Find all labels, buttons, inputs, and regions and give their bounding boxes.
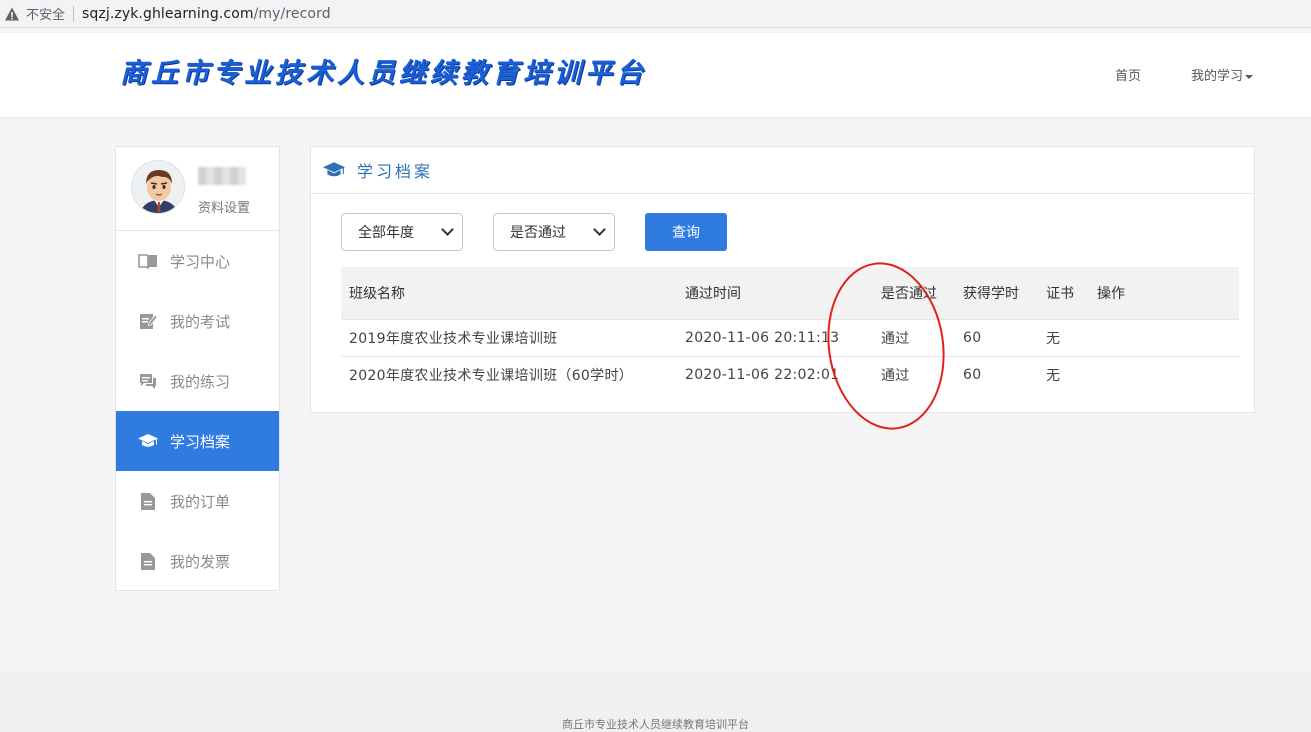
year-select-value: 全部年度 [358,225,414,241]
sidebar-menu: 学习中心 我的考试 我的练习 学习档案 我的订单 我的发票 [116,231,279,591]
sidebar-item-label: 我的订单 [170,492,231,511]
sidebar: 资料设置 学习中心 我的考试 我的练习 学习档案 我的订单 我的发票 [115,146,280,591]
sidebar-item-my-invoices[interactable]: 我的发票 [116,531,279,591]
footer-text: 商丘市专业技术人员继续教育培训平台 [562,718,749,731]
nav-my-study-dropdown[interactable]: 我的学习 [1191,65,1253,84]
divider [73,5,75,22]
pass-status-cell: 通过 [873,318,955,356]
sidebar-item-label: 我的练习 [170,372,231,391]
query-button[interactable]: 查询 [645,213,727,251]
column-header: 班级名称 [341,267,677,319]
pass-status-cell: 通过 [873,355,955,393]
document-icon [138,492,158,510]
year-select[interactable]: 全部年度 [341,213,463,251]
pass-status-select[interactable]: 是否通过 [493,213,615,251]
table-row: 2020年度农业技术专业课培训班（60学时） 2020-11-06 22:02:… [341,355,1239,393]
column-header: 获得学时 [955,267,1038,319]
records-table: 班级名称 通过时间 是否通过 获得学时 证书 操作 2019年度农业技术专业课培… [341,267,1239,393]
sidebar-item-label: 我的发票 [170,552,231,571]
pass-time-cell: 2020-11-06 22:02:01 [677,355,873,393]
graduation-cap-icon [138,432,158,450]
caret-down-icon [1245,74,1253,79]
warning-icon [5,7,19,20]
sidebar-item-my-exams[interactable]: 我的考试 [116,291,279,351]
study-records-panel: 学习档案 全部年度 是否通过 查询 班级名称 通过时间 是否通过 获得学时 证书… [310,146,1255,413]
chevron-down-icon [441,223,454,236]
top-nav: 首页 我的学习 [1115,65,1253,84]
pass-time-cell: 2020-11-06 20:11:13 [677,318,873,356]
sidebar-item-my-orders[interactable]: 我的订单 [116,471,279,531]
chevron-down-icon [593,223,606,236]
certificate-cell: 无 [1038,318,1089,356]
insecure-label[interactable]: 不安全 [26,4,65,23]
page-title: 学习档案 [357,162,434,181]
sidebar-item-my-practice[interactable]: 我的练习 [116,351,279,411]
book-icon [138,252,158,270]
table-row: 2019年度农业技术专业课培训班 2020-11-06 20:11:13 通过 … [341,318,1239,356]
url-text[interactable]: sqzj.zyk.ghlearning.com/my/record [82,6,331,22]
site-title[interactable]: 商丘市专业技术人员继续教育培训平台 [120,51,647,90]
column-header: 是否通过 [873,267,955,319]
avatar-icon [132,161,184,213]
credit-hours-cell: 60 [955,318,1038,356]
pass-select-value: 是否通过 [510,225,566,241]
avatar[interactable] [131,160,185,214]
column-header: 通过时间 [677,267,873,319]
actions-cell [1089,355,1239,393]
site-header: 商丘市专业技术人员继续教育培训平台 首页 我的学习 [0,33,1311,117]
certificate-cell: 无 [1038,355,1089,393]
actions-cell [1089,318,1239,356]
sidebar-item-study-records[interactable]: 学习档案 [116,411,279,471]
url-path: /my/record [253,5,331,22]
table-header-row: 班级名称 通过时间 是否通过 获得学时 证书 操作 [341,267,1239,319]
class-name-cell: 2020年度农业技术专业课培训班（60学时） [341,355,677,393]
filter-bar: 全部年度 是否通过 查询 [341,213,727,251]
column-header: 证书 [1038,267,1089,319]
sidebar-item-label: 我的考试 [170,312,231,331]
profile-card: 资料设置 [116,147,279,231]
graduation-cap-icon [323,162,345,177]
nav-my-study-label: 我的学习 [1190,69,1243,84]
sidebar-item-label: 学习档案 [170,432,231,451]
edit-icon [138,312,158,330]
username-redacted [198,167,246,185]
sidebar-item-study-center[interactable]: 学习中心 [116,231,279,291]
panel-header: 学习档案 [311,147,1254,194]
profile-settings-link[interactable]: 资料设置 [198,197,250,216]
sidebar-item-label: 学习中心 [170,252,231,271]
nav-home-link[interactable]: 首页 [1115,65,1141,84]
site-footer: 商丘市专业技术人员继续教育培训平台 [0,672,1311,732]
chat-icon [138,372,158,390]
column-header: 操作 [1089,267,1239,319]
document-icon [138,552,158,570]
class-name-cell: 2019年度农业技术专业课培训班 [341,318,677,356]
url-host: sqzj.zyk.ghlearning.com [82,5,254,22]
credit-hours-cell: 60 [955,355,1038,393]
address-bar[interactable]: 不安全 sqzj.zyk.ghlearning.com/my/record [0,0,1311,28]
